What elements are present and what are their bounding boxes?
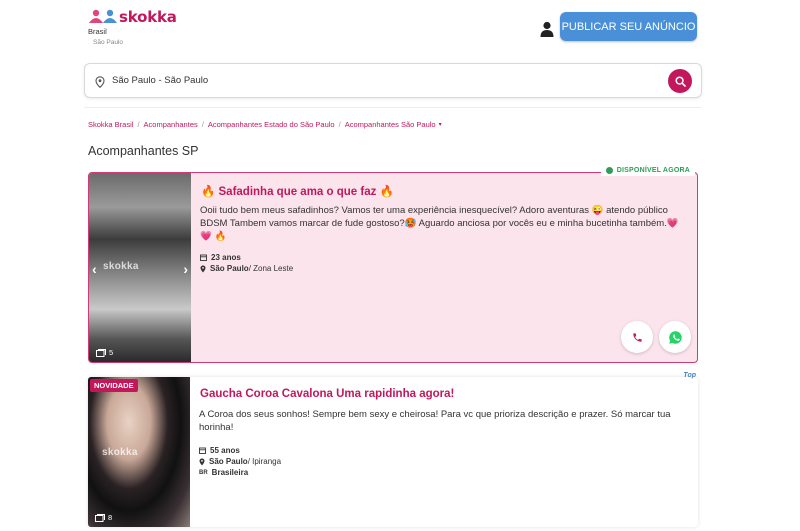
chevron-left-icon[interactable]: ‹ bbox=[92, 261, 97, 277]
listing-title[interactable]: Gaucha Coroa Cavalona Uma rapidinha agor… bbox=[200, 388, 454, 400]
available-now-badge: DISPONÍVEL AGORA bbox=[600, 164, 695, 176]
publish-ad-button[interactable]: PUBLICAR SEU ANÚNCIO bbox=[560, 12, 697, 41]
whatsapp-button[interactable] bbox=[659, 321, 691, 353]
listing-photo[interactable]: NOVIDADE skokka 8 bbox=[88, 377, 190, 527]
location-pin-icon bbox=[200, 265, 206, 272]
status-dot-icon bbox=[605, 166, 613, 174]
listing-meta: 55 anos São Paulo/ Ipiranga BR Brasileir… bbox=[199, 445, 281, 478]
listing-card[interactable]: Top NOVIDADE skokka 8 Gaucha Coroa Caval… bbox=[88, 372, 698, 527]
chevron-down-icon[interactable]: ▾ bbox=[439, 121, 442, 128]
breadcrumb-separator: / bbox=[338, 120, 341, 129]
call-button[interactable] bbox=[621, 321, 653, 353]
header-divider bbox=[84, 107, 702, 108]
top-badge: Top bbox=[683, 372, 696, 379]
listing-city: São Paulo bbox=[210, 264, 249, 273]
listing-description: Ooii tudo bem meus safadinhos? Vamos ter… bbox=[200, 205, 679, 242]
phone-icon bbox=[632, 332, 642, 342]
listing-card[interactable]: DISPONÍVEL AGORA ‹ › skokka 5 🔥 Safadinh… bbox=[88, 164, 698, 363]
breadcrumb-item[interactable]: Acompanhantes bbox=[144, 120, 198, 129]
page-title: Acompanhantes SP bbox=[88, 144, 199, 158]
photo-count-value: 5 bbox=[109, 348, 114, 357]
photo-count: 5 bbox=[96, 348, 113, 357]
photo-watermark: skokka bbox=[102, 447, 138, 458]
listing-meta: 23 anos São Paulo/ Zona Leste bbox=[200, 252, 293, 274]
header: skokka Brasil São Paulo PUBLICAR SEU ANÚ… bbox=[0, 0, 800, 60]
location-pin-icon bbox=[199, 458, 205, 465]
listing-zone: / Ipiranga bbox=[247, 457, 282, 466]
skokka-logo[interactable]: skokka bbox=[88, 8, 177, 26]
search-button[interactable] bbox=[668, 69, 692, 93]
calendar-icon bbox=[199, 447, 206, 454]
breadcrumb-separator: / bbox=[201, 120, 204, 129]
listing-description: A Coroa dos seus sonhos! Sempre bem sexy… bbox=[199, 409, 671, 433]
photo-count-value: 8 bbox=[108, 513, 113, 522]
breadcrumb-item[interactable]: Acompanhantes São Paulo bbox=[345, 120, 436, 129]
location-pin-icon bbox=[95, 75, 105, 93]
breadcrumb-item[interactable]: Skokka Brasil bbox=[88, 120, 133, 129]
listing-zone: / Zona Leste bbox=[248, 264, 294, 273]
logo-country: Brasil bbox=[88, 27, 107, 36]
breadcrumb-separator: / bbox=[137, 120, 140, 129]
location-search-bar[interactable]: São Paulo - São Paulo bbox=[84, 63, 702, 98]
new-badge: NOVIDADE bbox=[90, 379, 138, 392]
search-icon bbox=[674, 75, 686, 87]
available-label: DISPONÍVEL AGORA bbox=[616, 166, 690, 174]
listing-photo[interactable]: ‹ › skokka 5 bbox=[89, 173, 191, 362]
photos-icon bbox=[96, 348, 106, 357]
listing-title[interactable]: 🔥 Safadinha que ama o que faz 🔥 bbox=[201, 184, 394, 198]
whatsapp-icon bbox=[668, 330, 682, 344]
photo-count: 8 bbox=[95, 513, 112, 522]
breadcrumb: Skokka Brasil / Acompanhantes / Acompanh… bbox=[88, 120, 442, 129]
chevron-right-icon[interactable]: › bbox=[183, 261, 188, 277]
logo-city: São Paulo bbox=[93, 39, 123, 46]
listing-city: São Paulo bbox=[209, 457, 248, 466]
logo-text: skokka bbox=[119, 8, 177, 26]
listing-age: 23 anos bbox=[211, 253, 241, 262]
search-input[interactable]: São Paulo - São Paulo bbox=[112, 75, 208, 86]
listing-age: 55 anos bbox=[210, 446, 240, 455]
listing-nationality: Brasileira bbox=[211, 468, 249, 477]
user-icon[interactable] bbox=[540, 21, 554, 37]
photos-icon bbox=[95, 513, 105, 522]
skokka-logo-icon bbox=[88, 9, 118, 25]
photo-watermark: skokka bbox=[103, 261, 139, 272]
nationality-flag-icon: BR bbox=[199, 469, 208, 476]
breadcrumb-item[interactable]: Acompanhantes Estado do São Paulo bbox=[208, 120, 335, 129]
calendar-icon bbox=[200, 254, 207, 261]
